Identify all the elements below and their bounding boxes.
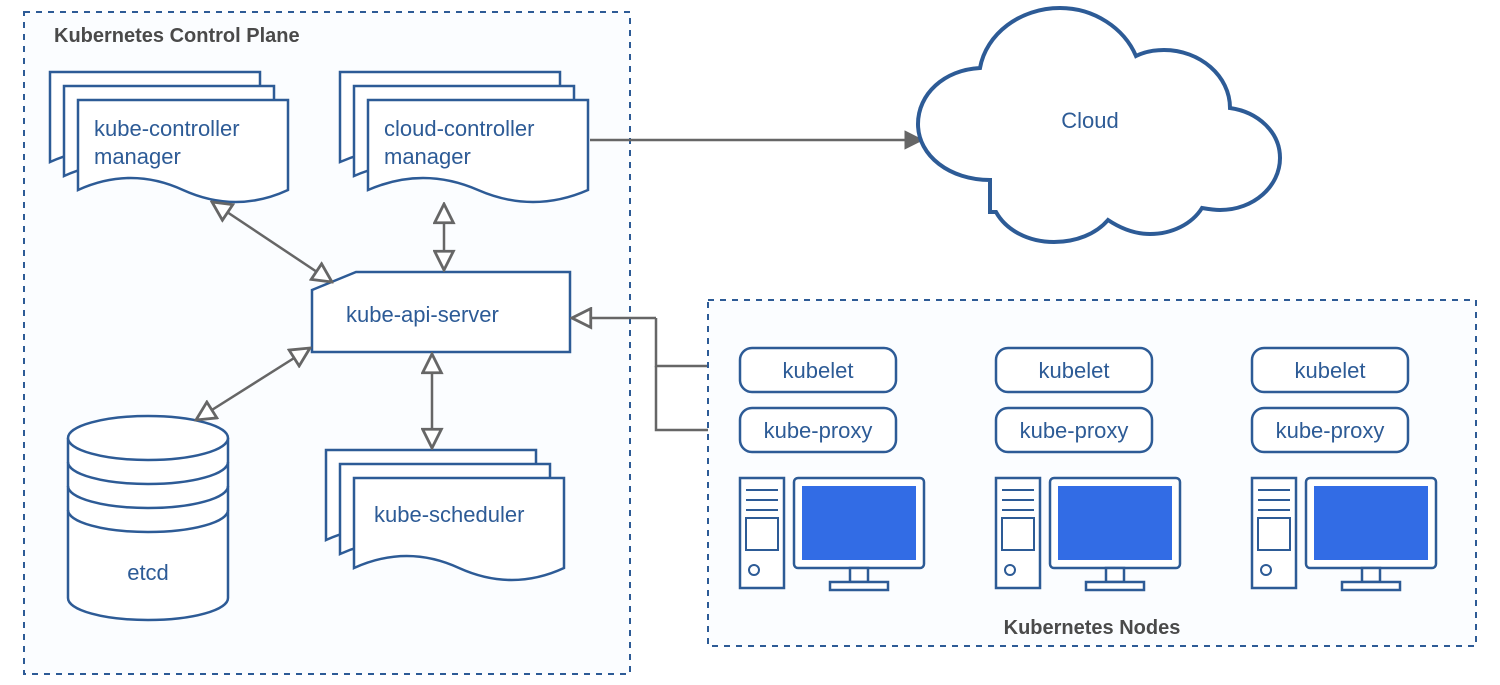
svg-text:kube-api-server: kube-api-server [346, 302, 499, 327]
svg-text:manager: manager [94, 144, 181, 169]
kube-scheduler: kube-scheduler [326, 450, 564, 580]
svg-text:kube-scheduler: kube-scheduler [374, 502, 524, 527]
svg-text:kubelet: kubelet [1295, 358, 1366, 383]
cloud-label: Cloud [1061, 108, 1118, 133]
kube-api-server: kube-api-server [312, 272, 570, 352]
svg-text:kube-controller: kube-controller [94, 116, 240, 141]
control-plane-title: Kubernetes Control Plane [54, 25, 300, 47]
svg-text:kube-proxy: kube-proxy [1020, 418, 1129, 443]
svg-text:manager: manager [384, 144, 471, 169]
etcd-database: etcd [68, 416, 228, 620]
kubelet-label: kubelet [783, 358, 854, 383]
svg-text:kube-proxy: kube-proxy [1276, 418, 1385, 443]
cloud-controller-manager: cloud-controller manager [340, 72, 588, 202]
svg-text:etcd: etcd [127, 560, 169, 585]
kubernetes-nodes-title: Kubernetes Nodes [1004, 617, 1181, 639]
svg-text:cloud-controller: cloud-controller [384, 116, 534, 141]
kubernetes-architecture-diagram: Kubernetes Control Plane kube-controller… [0, 0, 1500, 685]
svg-text:kubelet: kubelet [1039, 358, 1110, 383]
kube-proxy-label: kube-proxy [764, 418, 873, 443]
cloud-icon: Cloud [918, 8, 1280, 242]
kube-controller-manager: kube-controller manager [50, 72, 288, 202]
